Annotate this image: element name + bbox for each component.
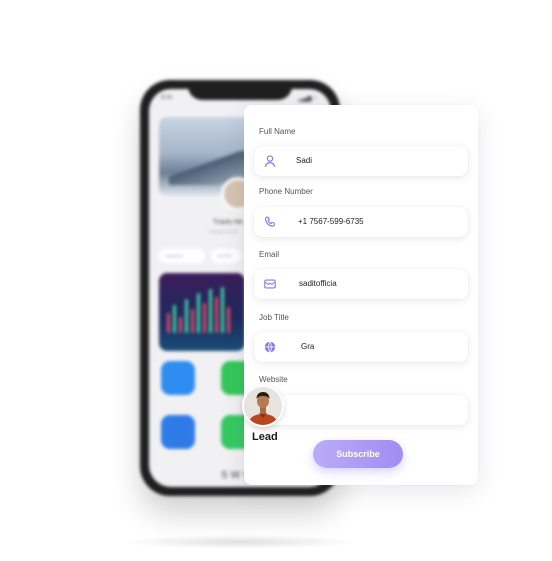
website-label: Website (259, 375, 288, 384)
phone-number-label: Phone Number (259, 187, 313, 196)
user-icon (264, 155, 276, 168)
phone-status-icons: ▂▄▆ ◔ (298, 96, 317, 102)
chip-instagram: Instagram (159, 249, 205, 263)
lead-label: Lead (252, 431, 278, 443)
chat-app-icon (161, 415, 195, 449)
contact-form-card: Full Name Sadi Phone Number +1 7567-599-… (244, 105, 478, 485)
phone-number-value: +1 7567-599-6735 (298, 217, 364, 226)
phone-number-field[interactable]: +1 7567-599-6735 (254, 207, 468, 237)
full-name-label: Full Name (259, 127, 296, 136)
job-title-label: Job Title (259, 313, 289, 322)
lead-avatar (242, 385, 284, 427)
full-name-field[interactable]: Sadi (254, 146, 468, 176)
profile-subtitle: Founder & CEO (209, 229, 238, 234)
job-title-field[interactable]: Gra (254, 332, 468, 362)
phone-icon (265, 216, 275, 227)
chip-linkedin: LinkedIn (211, 249, 241, 263)
mail-icon (264, 279, 276, 289)
full-name-value: Sadi (296, 156, 313, 165)
floor-shadow (120, 535, 360, 549)
email-value: saditofficia (299, 279, 337, 288)
globe-icon (264, 341, 276, 353)
email-label: Email (259, 250, 280, 259)
person-photo-icon (244, 387, 282, 425)
phone-status-time: 9:41 (161, 95, 173, 101)
subscribe-button[interactable]: Subscribe (313, 440, 403, 468)
job-title-value: Gra (301, 342, 315, 351)
mail-app-icon (161, 361, 195, 395)
trading-chart-widget (159, 273, 245, 351)
website-field[interactable] (254, 395, 468, 425)
email-field[interactable]: saditofficia (254, 269, 468, 299)
phone-notch (188, 80, 292, 100)
